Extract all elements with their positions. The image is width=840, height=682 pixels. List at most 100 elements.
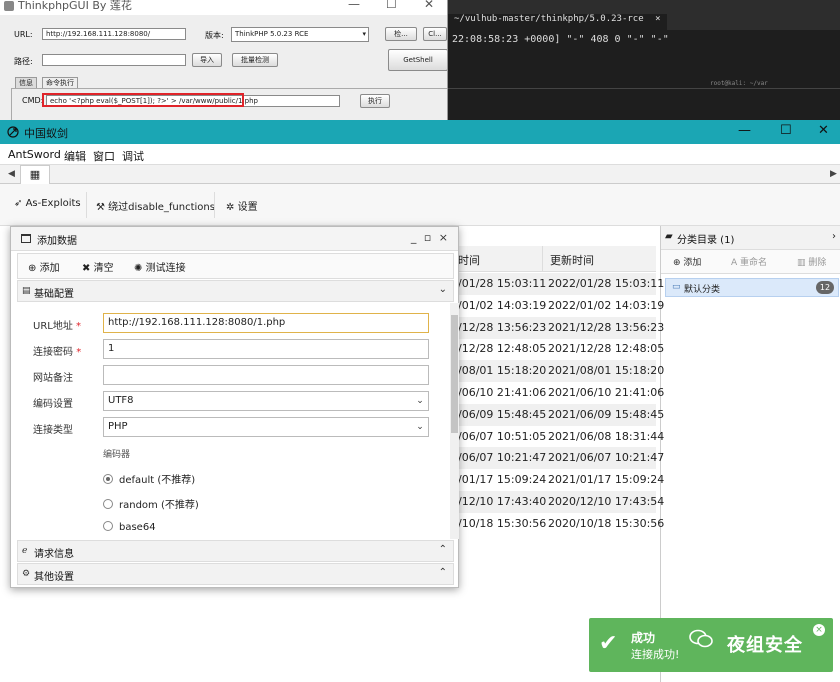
settings-button[interactable]: ✲ 设置 <box>226 198 258 213</box>
tab-info[interactable]: 信息 <box>15 77 37 88</box>
minimize-icon[interactable]: — <box>738 123 751 138</box>
hammer-icon: ⚒ <box>96 202 105 213</box>
table-row[interactable]: /12/10 17:43:40 2020/12/10 17:43:54 <box>452 491 664 513</box>
required-mark: * <box>76 321 82 332</box>
menu-window[interactable]: 窗口 <box>93 148 115 164</box>
batch-check-button[interactable]: 批量检测 <box>232 53 278 67</box>
scrollbar-thumb[interactable] <box>451 315 458 433</box>
table-row[interactable]: /06/09 15:48:45 2021/06/09 15:48:45 <box>452 403 664 426</box>
tab-scroll-right-icon[interactable]: ▶ <box>830 169 837 179</box>
tab-command[interactable]: 命令执行 <box>42 77 78 88</box>
clear-label: 清空 <box>93 263 114 274</box>
main-tab-strip: ◀ ▦ ▶ <box>0 164 840 185</box>
tab-home[interactable]: ▦ <box>20 165 50 185</box>
minimize-icon[interactable]: — <box>348 0 360 11</box>
menu-edit[interactable]: 编辑 <box>64 148 86 164</box>
import-button[interactable]: 导入 <box>192 53 222 67</box>
close-icon[interactable]: × <box>813 624 825 636</box>
cell-updated: 2022/01/28 15:03:11 <box>548 277 665 290</box>
encoding-select[interactable]: UTF8 ⌄ <box>103 391 429 411</box>
plus-circle-icon: ⊕ <box>673 258 681 268</box>
e-icon: ℯ <box>22 546 28 556</box>
section-other-settings[interactable]: ⚙ 其他设置 ⌃ <box>17 563 454 585</box>
terminal-title: root@kali: ~/var <box>710 80 768 87</box>
version-select[interactable]: ThinkPHP 5.0.23 RCE ▾ <box>231 27 369 42</box>
table-row[interactable]: /01/28 15:03:11 2022/01/28 15:03:11 <box>452 273 664 295</box>
dialog-toolbar: ⊕ 添加 ✖ 清空 ✺ 测试连接 <box>17 253 454 279</box>
cell-updated: 2021/06/07 10:21:47 <box>548 451 665 465</box>
as-exploits-label: As-Exploits <box>25 198 81 209</box>
antsword-logo-icon <box>7 126 19 138</box>
category-item-default[interactable]: ▭ 默认分类 12 <box>665 278 839 297</box>
cell-updated: 2021/12/28 13:56:23 <box>548 320 665 334</box>
form-scrollbar[interactable] <box>450 303 459 539</box>
toolbar-divider <box>86 192 87 218</box>
table-row[interactable]: /01/17 15:09:24 2021/01/17 15:09:24 <box>452 469 664 491</box>
cell-updated: 2021/01/17 15:09:24 <box>548 473 665 487</box>
table-row[interactable]: /08/01 15:18:20 2021/08/01 15:18:20 <box>452 360 664 383</box>
path-label: 路径: <box>14 57 33 66</box>
terminal-tab[interactable]: ~/vulhub-master/thinkphp/5.0.23-rce × <box>448 14 667 30</box>
close-icon[interactable]: × <box>655 14 660 24</box>
menu-debug[interactable]: 调试 <box>122 148 144 164</box>
chevron-right-icon[interactable]: › <box>832 231 836 242</box>
document-icon: ▤ <box>22 286 31 296</box>
bypass-disable-functions-button[interactable]: ⚒ 绕过disable_functions <box>96 198 215 213</box>
category-toolbar: ⊕ 添加 A 重命名 ▥ 删除 <box>661 250 840 274</box>
close-icon[interactable]: ✕ <box>424 0 434 11</box>
as-exploits-button[interactable]: ➶ As-Exploits <box>14 198 81 209</box>
category-delete-button[interactable]: ▥ 删除 <box>797 255 826 268</box>
trash-icon: ▥ <box>797 258 806 268</box>
radio-icon <box>103 521 113 531</box>
clear-button[interactable]: Cl... <box>423 27 447 41</box>
section-request-info[interactable]: ℯ 请求信息 ⌃ <box>17 540 454 562</box>
execute-button[interactable]: 执行 <box>360 94 390 108</box>
encoder-option-random[interactable]: random (不推荐) <box>103 496 199 511</box>
table-row[interactable]: /06/07 10:21:47 2021/06/07 10:21:47 <box>452 447 664 470</box>
rocket-icon: ➶ <box>14 198 23 209</box>
table-row[interactable]: /12/28 13:56:23 2021/12/28 13:56:23 <box>452 316 664 339</box>
table-row[interactable]: /01/02 14:03:19 2022/01/02 14:03:19 <box>452 295 664 317</box>
category-add-button[interactable]: ⊕ 添加 <box>673 255 701 268</box>
note-field[interactable] <box>103 365 429 385</box>
type-select[interactable]: PHP ⌄ <box>103 417 429 437</box>
add-button[interactable]: ⊕ 添加 <box>28 259 60 274</box>
column-updated[interactable]: 更新时间 <box>550 252 594 268</box>
test-connection-button[interactable]: ✺ 测试连接 <box>134 259 186 274</box>
tab-scroll-left-icon[interactable]: ◀ <box>8 169 15 179</box>
section-basic-config[interactable]: ▤ 基础配置 ⌄ <box>17 280 454 302</box>
password-field[interactable]: 1 <box>103 339 429 359</box>
getshell-button[interactable]: GetShell <box>388 49 447 71</box>
toolbar-divider <box>214 192 215 218</box>
gears-icon: ⚙ <box>22 569 31 579</box>
column-created[interactable]: 时间 <box>458 252 480 268</box>
maximize-icon[interactable]: ☐ <box>780 123 792 138</box>
basic-config-form: URL地址 * http://192.168.111.128:8080/1.ph… <box>17 303 447 539</box>
encoder-option-base64[interactable]: base64 <box>103 521 156 533</box>
url-input[interactable]: http://192.168.111.128:8080/ <box>42 28 186 40</box>
table-row[interactable]: /10/18 15:30:56 2020/10/18 15:30:56 <box>452 513 664 535</box>
chevron-up-icon: ⌃ <box>438 567 447 578</box>
table-row[interactable]: /06/10 21:41:06 2021/06/10 21:41:06 <box>452 382 664 404</box>
font-icon: A <box>731 258 738 268</box>
chevron-down-icon: ▾ <box>362 30 366 38</box>
dialog-titlebar: 添加数据 _ ▫ × <box>11 227 458 251</box>
add-label: 添加 <box>39 263 60 274</box>
table-row[interactable]: /12/28 12:48:05 2021/12/28 12:48:05 <box>452 338 664 360</box>
category-panel: ▰ 分类目录 (1) › ⊕ 添加 A 重命名 ▥ 删除 ▭ 默认分类 12 <box>660 226 840 682</box>
clear-button[interactable]: ✖ 清空 <box>82 259 114 274</box>
path-input[interactable] <box>42 54 186 66</box>
url-field[interactable]: http://192.168.111.128:8080/1.php <box>103 313 429 333</box>
close-icon[interactable]: ✕ <box>818 123 829 138</box>
table-row[interactable]: /06/07 10:51:05 2021/06/08 18:31:44 <box>452 426 664 448</box>
watermark-text: 夜组安全 <box>727 635 803 656</box>
menu-antsword[interactable]: AntSword <box>8 148 61 161</box>
dialog-title: 添加数据 <box>37 236 77 247</box>
encoder-option-default[interactable]: default (不推荐) <box>103 471 195 486</box>
column-divider <box>542 246 543 272</box>
plus-circle-icon: ⊕ <box>28 263 37 274</box>
check-button[interactable]: 检... <box>385 27 417 41</box>
dialog-window-controls[interactable]: _ ▫ × <box>411 231 450 244</box>
maximize-icon[interactable]: ☐ <box>386 0 397 11</box>
category-rename-button[interactable]: A 重命名 <box>731 255 767 268</box>
